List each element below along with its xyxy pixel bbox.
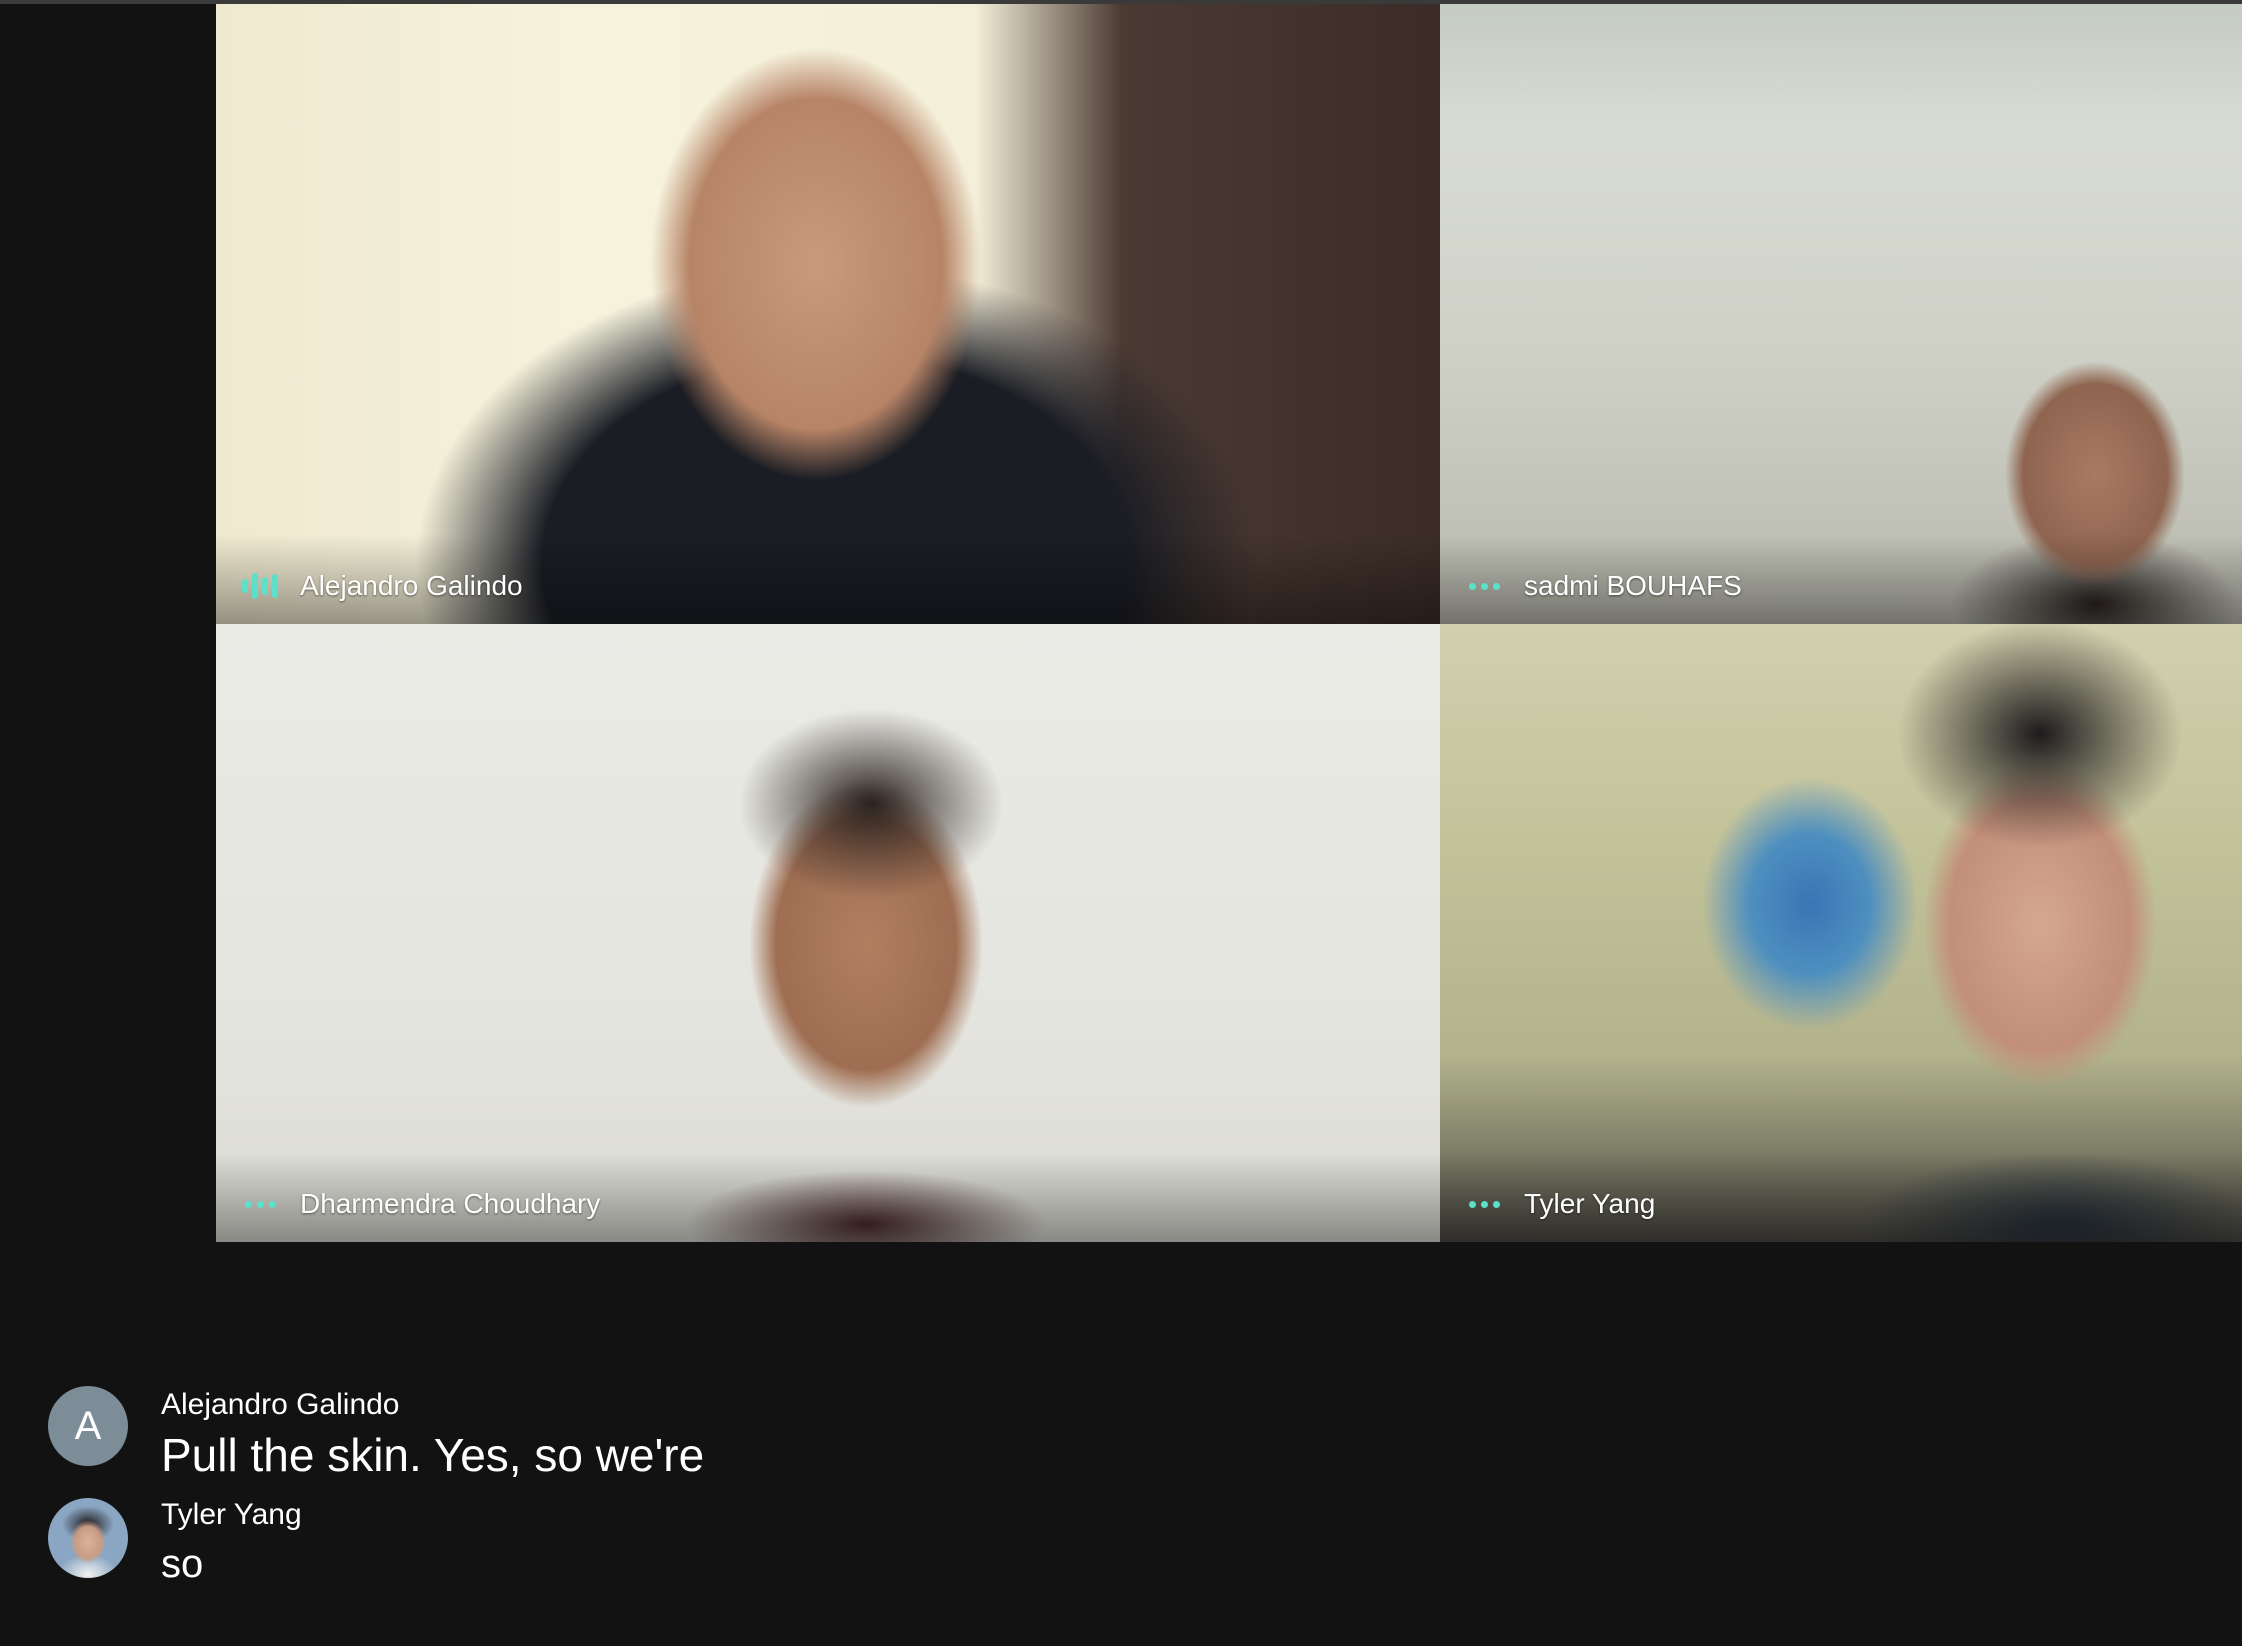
video-feed	[1440, 624, 2242, 1242]
caption-speaker: Alejandro Galindo	[161, 1388, 400, 1421]
participant-tile-dharmendra-choudhary[interactable]: Dharmendra Choudhary	[216, 624, 1440, 1242]
participant-nameplate: Tyler Yang	[1466, 1188, 1655, 1220]
participant-nameplate: sadmi BOUHAFS	[1466, 570, 1742, 602]
more-dots-icon[interactable]	[1466, 1200, 1502, 1208]
participant-nameplate: Dharmendra Choudhary	[242, 1188, 600, 1220]
participant-nameplate: Alejandro Galindo	[242, 570, 523, 602]
more-dots-icon[interactable]	[1466, 582, 1502, 590]
video-feed	[216, 4, 1440, 624]
caption-text: Pull the skin. Yes, so we're	[161, 1429, 705, 1481]
participant-name: Tyler Yang	[1524, 1188, 1656, 1219]
video-grid: Alejandro Galindo sadmi BOUHAFS Dharmend…	[216, 4, 2242, 1242]
caption-speaker: Tyler Yang	[161, 1498, 302, 1531]
participant-tile-alejandro-galindo[interactable]: Alejandro Galindo	[216, 4, 1440, 624]
video-feed	[1440, 4, 2242, 624]
participant-name: sadmi BOUHAFS	[1524, 570, 1742, 601]
avatar: A	[48, 1386, 128, 1466]
participant-tile-tyler-yang[interactable]: Tyler Yang	[1440, 624, 2242, 1242]
video-feed	[216, 624, 1440, 1242]
audio-bars-icon	[242, 570, 278, 602]
avatar	[48, 1498, 128, 1578]
more-dots-icon[interactable]	[242, 1200, 278, 1208]
participant-name: Alejandro Galindo	[300, 570, 523, 601]
participant-tile-sadmi-bouhafs[interactable]: sadmi BOUHAFS	[1440, 4, 2242, 624]
participant-name: Dharmendra Choudhary	[300, 1188, 601, 1219]
caption-text: so	[161, 1542, 204, 1586]
